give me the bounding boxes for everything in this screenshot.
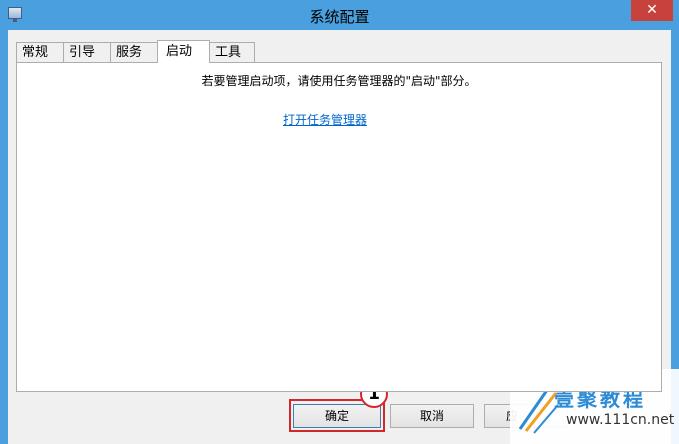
tab-tools[interactable]: 工具 <box>209 42 255 62</box>
ok-button[interactable]: 确定 <box>293 404 381 428</box>
dialog-body: 常规 引导 服务 启动 工具 若要管理启动项，请使用任务管理器的"启动"部分。 … <box>8 30 671 444</box>
watermark-url: www.111cn.net <box>566 412 675 428</box>
open-task-manager-link[interactable]: 打开任务管理器 <box>283 111 367 128</box>
window-title: 系统配置 <box>309 8 370 26</box>
startup-tab-panel: 若要管理启动项，请使用任务管理器的"启动"部分。 打开任务管理器 <box>16 62 662 392</box>
cancel-button[interactable]: 取消 <box>390 404 474 428</box>
tab-startup[interactable]: 启动 <box>157 40 210 63</box>
tab-general[interactable]: 常规 <box>16 42 64 62</box>
title-bar[interactable]: 系统配置 ✕ <box>0 0 679 30</box>
tab-services[interactable]: 服务 <box>110 42 158 62</box>
startup-instruction-text: 若要管理启动项，请使用任务管理器的"启动"部分。 <box>201 74 477 88</box>
system-config-window: 系统配置 ✕ 常规 引导 服务 启动 工具 若要管理启动项，请使用任务管理器的"… <box>0 0 679 444</box>
tab-boot[interactable]: 引导 <box>63 42 111 62</box>
close-button[interactable]: ✕ <box>631 0 673 21</box>
